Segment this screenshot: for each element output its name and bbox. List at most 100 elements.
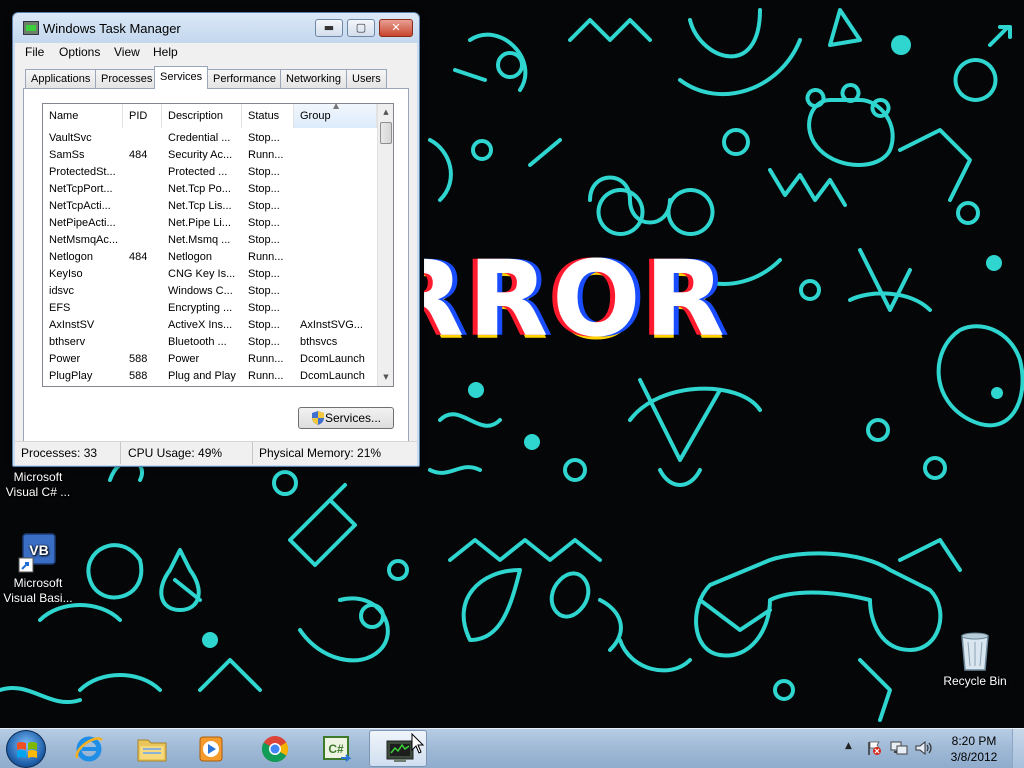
service-row[interactable]: Netlogon 484 Netlogon Runn...: [43, 249, 377, 266]
service-row[interactable]: EFS Encrypting ... Stop...: [43, 300, 377, 317]
service-row[interactable]: NetMsmqAc... Net.Msmq ... Stop...: [43, 232, 377, 249]
title-bar[interactable]: Windows Task Manager ▬ ▢ ✕: [13, 13, 419, 43]
volume-icon[interactable]: [914, 740, 932, 756]
tab-users[interactable]: Users: [346, 69, 387, 88]
menu-bar: File Options View Help: [15, 43, 417, 63]
cell-pid: 588: [129, 353, 148, 365]
taskbar-windows-explorer[interactable]: [122, 730, 180, 767]
network-icon[interactable]: [890, 740, 908, 756]
minimize-button[interactable]: ▬: [315, 19, 343, 37]
service-row[interactable]: NetTcpPort... Net.Tcp Po... Stop...: [43, 181, 377, 198]
menu-options[interactable]: Options: [55, 45, 104, 59]
cell-description: ActiveX Ins...: [168, 319, 233, 331]
cell-description: Bluetooth ...: [168, 336, 227, 348]
taskbar-internet-explorer[interactable]: [60, 730, 118, 767]
cell-status: Stop...: [248, 234, 280, 246]
service-row[interactable]: KeyIso CNG Key Is... Stop...: [43, 266, 377, 283]
show-desktop-button[interactable]: [1012, 729, 1024, 768]
service-row[interactable]: idsvc Windows C... Stop...: [43, 283, 377, 300]
window-body: Applications Processes Services Performa…: [15, 63, 417, 447]
wallpaper-error-text: RROR: [424, 238, 729, 360]
task-manager-icon: [23, 21, 39, 35]
desktop-icon-visual-csharp-label-2: Visual C# ...: [5, 485, 71, 499]
uac-shield-icon: [312, 411, 324, 425]
windows-logo-icon: [17, 742, 37, 758]
service-row[interactable]: VaultSvc Credential ... Stop...: [43, 130, 377, 147]
cell-name: AxInstSV: [49, 319, 95, 331]
maximize-button[interactable]: ▢: [347, 19, 375, 37]
service-row[interactable]: AxInstSV ActiveX Ins... Stop... AxInstSVG..…: [43, 317, 377, 334]
tab-performance[interactable]: Performance: [207, 69, 282, 88]
scroll-up-arrow-icon[interactable]: ▲: [378, 104, 393, 121]
services-button-label: Services...: [324, 411, 381, 425]
cell-pid: 588: [129, 370, 148, 382]
cell-name: Netlogon: [49, 251, 94, 263]
chrome-icon: [261, 736, 289, 763]
desktop-icon-visual-basic-label-2: Visual Basi...: [3, 591, 73, 605]
taskbar-media-player[interactable]: [182, 730, 240, 767]
service-row[interactable]: PlugPlay 588 Plug and Play Runn... DcomLaunc…: [43, 368, 377, 385]
action-center-flag-icon[interactable]: [866, 740, 882, 756]
service-row[interactable]: NetTcpActi... Net.Tcp Lis... Stop...: [43, 198, 377, 215]
desktop-icon-visual-basic[interactable]: VB Microsoft Visual Basi...: [0, 532, 76, 606]
cell-name: idsvc: [49, 285, 75, 297]
column-header-status[interactable]: Status: [242, 104, 294, 128]
service-row[interactable]: Power 588 Power Runn... DcomLaunch: [43, 351, 377, 368]
cell-description: Net.Pipe Li...: [168, 217, 231, 229]
taskbar-chrome[interactable]: [246, 730, 304, 767]
cell-group: DcomLaunch: [300, 370, 365, 382]
tab-services[interactable]: Services: [154, 66, 209, 89]
vertical-scrollbar[interactable]: ▲ ▼: [377, 104, 393, 386]
column-header-name[interactable]: Name: [43, 104, 123, 128]
visual-basic-icon: VB: [17, 532, 59, 574]
cell-description: Power: [168, 353, 200, 365]
scroll-thumb[interactable]: [380, 122, 392, 144]
tab-processes[interactable]: Processes: [95, 69, 159, 88]
service-row[interactable]: SamSs 484 Security Ac... Runn...: [43, 147, 377, 164]
folder-icon: [137, 739, 167, 762]
cell-description: Net.Msmq ...: [168, 234, 231, 246]
window-title: Windows Task Manager: [43, 21, 181, 36]
menu-file[interactable]: File: [21, 45, 48, 59]
task-manager-window[interactable]: Windows Task Manager ▬ ▢ ✕ File Options …: [12, 12, 420, 467]
cell-pid: 484: [129, 251, 148, 263]
media-player-icon: [199, 736, 223, 762]
service-row[interactable]: ProtectedSt... Protected ... Stop...: [43, 164, 377, 181]
cell-status: Stop...: [248, 217, 280, 229]
tab-networking[interactable]: Networking: [280, 69, 348, 88]
close-button[interactable]: ✕: [379, 19, 413, 37]
taskbar-visual-csharp[interactable]: C#: [307, 730, 365, 767]
cell-name: NetTcpActi...: [49, 200, 111, 212]
tab-applications[interactable]: Applications: [25, 69, 97, 88]
desktop-icon-recycle-bin-label: Recycle Bin: [943, 674, 1007, 688]
column-header-description[interactable]: Description: [162, 104, 242, 128]
cell-description: Security Ac...: [168, 149, 233, 161]
menu-help[interactable]: Help: [149, 45, 182, 59]
desktop-icon-visual-basic-label-1: Microsoft: [13, 576, 63, 590]
svg-text:C#: C#: [328, 742, 344, 756]
status-processes: Processes: 33: [15, 442, 121, 464]
recycle-bin-icon: [954, 630, 996, 672]
show-hidden-icons-button[interactable]: ▲: [845, 741, 852, 751]
clock-date[interactable]: 3/8/2012: [940, 750, 1008, 764]
clock-time[interactable]: 8:20 PM: [940, 734, 1008, 748]
desktop-icon-visual-csharp[interactable]: Microsoft Visual C# ...: [0, 470, 76, 500]
menu-view[interactable]: View: [110, 45, 144, 59]
cell-status: Runn...: [248, 370, 284, 382]
service-row[interactable]: bthserv Bluetooth ... Stop... bthsvcs: [43, 334, 377, 351]
cell-status: Stop...: [248, 268, 280, 280]
status-cpu-usage: CPU Usage: 49%: [122, 442, 253, 464]
cell-group: DcomLaunch: [300, 353, 365, 365]
desktop-icon-recycle-bin[interactable]: Recycle Bin: [936, 630, 1014, 689]
taskbar: C# ▲ 8:20 PM 3/8/2012: [0, 728, 1024, 768]
cell-name: Power: [49, 353, 81, 365]
start-button[interactable]: [6, 730, 46, 768]
internet-explorer-icon: [75, 736, 103, 762]
scroll-down-arrow-icon[interactable]: ▼: [378, 369, 393, 386]
column-header-pid[interactable]: PID: [123, 104, 162, 128]
services-list[interactable]: Name PID Description Status Group ▲ Vaul…: [42, 103, 394, 387]
services-button[interactable]: Services...: [298, 407, 394, 429]
service-row[interactable]: NetPipeActi... Net.Pipe Li... Stop...: [43, 215, 377, 232]
cell-name: NetPipeActi...: [49, 217, 116, 229]
cell-name: ProtectedSt...: [49, 166, 116, 178]
